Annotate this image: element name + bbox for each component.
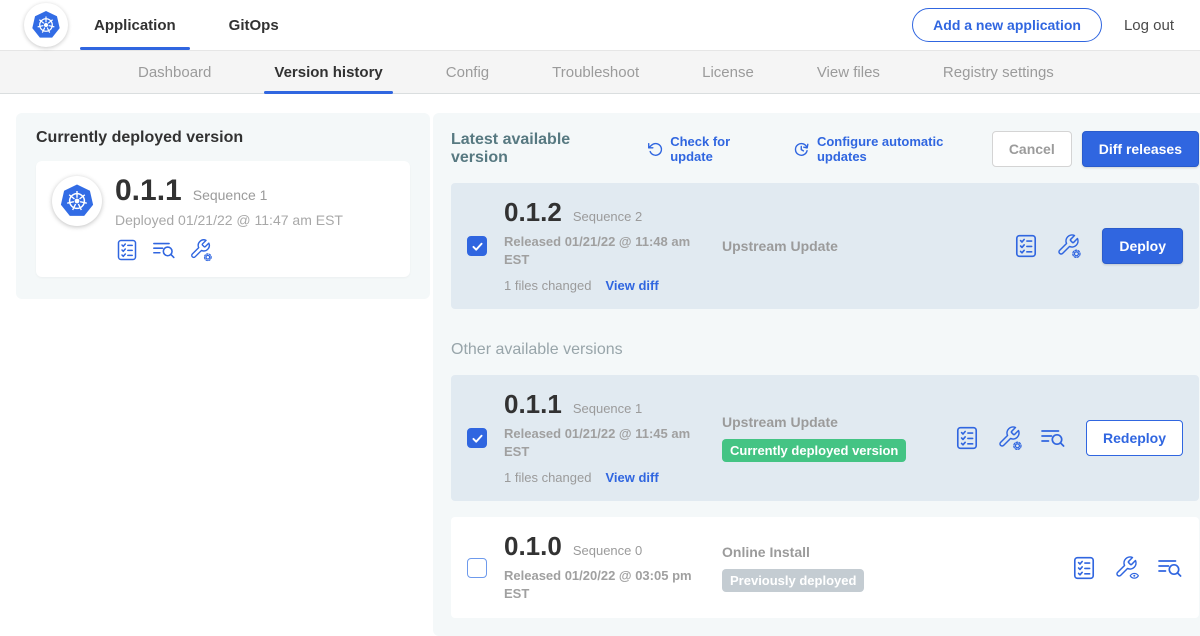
files-changed-label: 1 files changed xyxy=(504,470,591,485)
version-number: 0.1.2 xyxy=(504,199,562,225)
version-source: Upstream Update xyxy=(722,238,954,254)
deployed-version-card: 0.1.1 Sequence 1 Deployed 01/21/22 @ 11:… xyxy=(36,161,410,277)
subnav-dashboard[interactable]: Dashboard xyxy=(128,51,221,93)
files-changed-label: 1 files changed xyxy=(504,278,591,293)
version-card-0-1-0: 0.1.0 Sequence 0 Released 01/20/22 @ 03:… xyxy=(451,517,1199,618)
available-versions-header: Latest available version Check for updat… xyxy=(451,131,1199,167)
deployed-version-info: 0.1.1 Sequence 1 Deployed 01/21/22 @ 11:… xyxy=(115,176,343,262)
check-for-update-link[interactable]: Check for update xyxy=(647,134,774,164)
currently-deployed-badge: Currently deployed version xyxy=(722,439,906,462)
top-nav-right: Add a new application Log out xyxy=(912,8,1174,42)
release-notes-icon[interactable] xyxy=(1071,555,1097,581)
version-checkbox[interactable] xyxy=(467,236,487,256)
top-nav-tabs: Application GitOps xyxy=(80,0,293,50)
header-buttons: Cancel Diff releases xyxy=(992,131,1199,167)
deployed-actions xyxy=(115,238,343,262)
configure-updates-link[interactable]: Configure automatic updates xyxy=(793,134,991,164)
subnav-troubleshoot[interactable]: Troubleshoot xyxy=(542,51,649,93)
kubernetes-logo-icon xyxy=(57,181,97,221)
deployed-sequence-label: Sequence 1 xyxy=(193,187,268,203)
version-actions xyxy=(1071,555,1183,581)
currently-deployed-title: Currently deployed version xyxy=(36,129,410,147)
released-timestamp: Released 01/20/22 @ 03:05 pm EST xyxy=(504,567,700,602)
clock-refresh-icon xyxy=(793,141,810,158)
version-info: 0.1.0 Sequence 0 Released 01/20/22 @ 03:… xyxy=(504,533,722,602)
source-label: Online Install xyxy=(722,544,954,560)
source-label: Upstream Update xyxy=(722,414,954,430)
view-config-icon[interactable] xyxy=(1114,555,1140,581)
version-checkbox[interactable] xyxy=(467,558,487,578)
add-application-button[interactable]: Add a new application xyxy=(912,8,1102,42)
subnav-config[interactable]: Config xyxy=(436,51,499,93)
version-source: Online Install Previously deployed xyxy=(722,544,954,592)
tab-gitops[interactable]: GitOps xyxy=(215,0,293,50)
available-versions-panel: Latest available version Check for updat… xyxy=(433,113,1200,636)
version-checkbox[interactable] xyxy=(467,428,487,448)
sequence-label: Sequence 2 xyxy=(573,209,642,224)
release-notes-icon[interactable] xyxy=(954,425,980,451)
view-files-icon[interactable] xyxy=(152,238,176,262)
version-card-0-1-1: 0.1.1 Sequence 1 Released 01/21/22 @ 11:… xyxy=(451,375,1199,501)
view-files-icon[interactable] xyxy=(1157,555,1183,581)
edit-config-icon[interactable] xyxy=(1056,233,1082,259)
cancel-button[interactable]: Cancel xyxy=(992,131,1072,167)
kubernetes-logo-icon xyxy=(29,8,63,42)
version-info: 0.1.2 Sequence 2 Released 01/21/22 @ 11:… xyxy=(504,199,722,293)
version-info: 0.1.1 Sequence 1 Released 01/21/22 @ 11:… xyxy=(504,391,722,485)
view-diff-link[interactable]: View diff xyxy=(605,278,658,293)
source-label: Upstream Update xyxy=(722,238,954,254)
sequence-label: Sequence 1 xyxy=(573,401,642,416)
previously-deployed-badge: Previously deployed xyxy=(722,569,864,592)
edit-config-icon[interactable] xyxy=(997,425,1023,451)
version-actions: Deploy xyxy=(1013,228,1183,264)
subnav-license[interactable]: License xyxy=(692,51,764,93)
sequence-label: Sequence 0 xyxy=(573,543,642,558)
version-number: 0.1.0 xyxy=(504,533,562,559)
deployed-version-number: 0.1.1 xyxy=(115,176,182,206)
top-nav: Application GitOps Add a new application… xyxy=(0,0,1200,50)
version-number: 0.1.1 xyxy=(504,391,562,417)
latest-available-title: Latest available version xyxy=(451,131,627,167)
diff-releases-button[interactable]: Diff releases xyxy=(1082,131,1199,167)
deploy-button[interactable]: Deploy xyxy=(1102,228,1183,264)
version-source: Upstream Update Currently deployed versi… xyxy=(722,414,954,462)
subnav-version-history[interactable]: Version history xyxy=(264,51,392,93)
deployed-timestamp: Deployed 01/21/22 @ 11:47 am EST xyxy=(115,212,343,228)
kubernetes-logo xyxy=(24,3,68,47)
check-for-update-label: Check for update xyxy=(670,134,773,164)
other-versions-title: Other available versions xyxy=(451,341,1199,359)
released-timestamp: Released 01/21/22 @ 11:48 am EST xyxy=(504,233,700,268)
version-card-0-1-2: 0.1.2 Sequence 2 Released 01/21/22 @ 11:… xyxy=(451,183,1199,309)
refresh-icon xyxy=(647,141,664,158)
edit-config-icon[interactable] xyxy=(189,238,213,262)
currently-deployed-panel: Currently deployed version 0.1.1 Sequenc… xyxy=(16,113,430,299)
redeploy-button[interactable]: Redeploy xyxy=(1086,420,1183,456)
subnav-registry-settings[interactable]: Registry settings xyxy=(933,51,1064,93)
released-timestamp: Released 01/21/22 @ 11:45 am EST xyxy=(504,425,700,460)
version-actions: Redeploy xyxy=(954,420,1183,456)
subnav-view-files[interactable]: View files xyxy=(807,51,890,93)
app-icon xyxy=(52,176,102,226)
configure-updates-label: Configure automatic updates xyxy=(817,134,992,164)
checkmark-icon xyxy=(470,431,485,446)
tab-application[interactable]: Application xyxy=(80,0,190,50)
release-notes-icon[interactable] xyxy=(1013,233,1039,259)
main-content: Currently deployed version 0.1.1 Sequenc… xyxy=(0,94,1200,636)
view-diff-link[interactable]: View diff xyxy=(605,470,658,485)
logout-link[interactable]: Log out xyxy=(1124,17,1174,34)
app-sub-nav: Dashboard Version history Config Trouble… xyxy=(0,50,1200,94)
checkmark-icon xyxy=(470,239,485,254)
view-files-icon[interactable] xyxy=(1040,425,1066,451)
release-notes-icon[interactable] xyxy=(115,238,139,262)
